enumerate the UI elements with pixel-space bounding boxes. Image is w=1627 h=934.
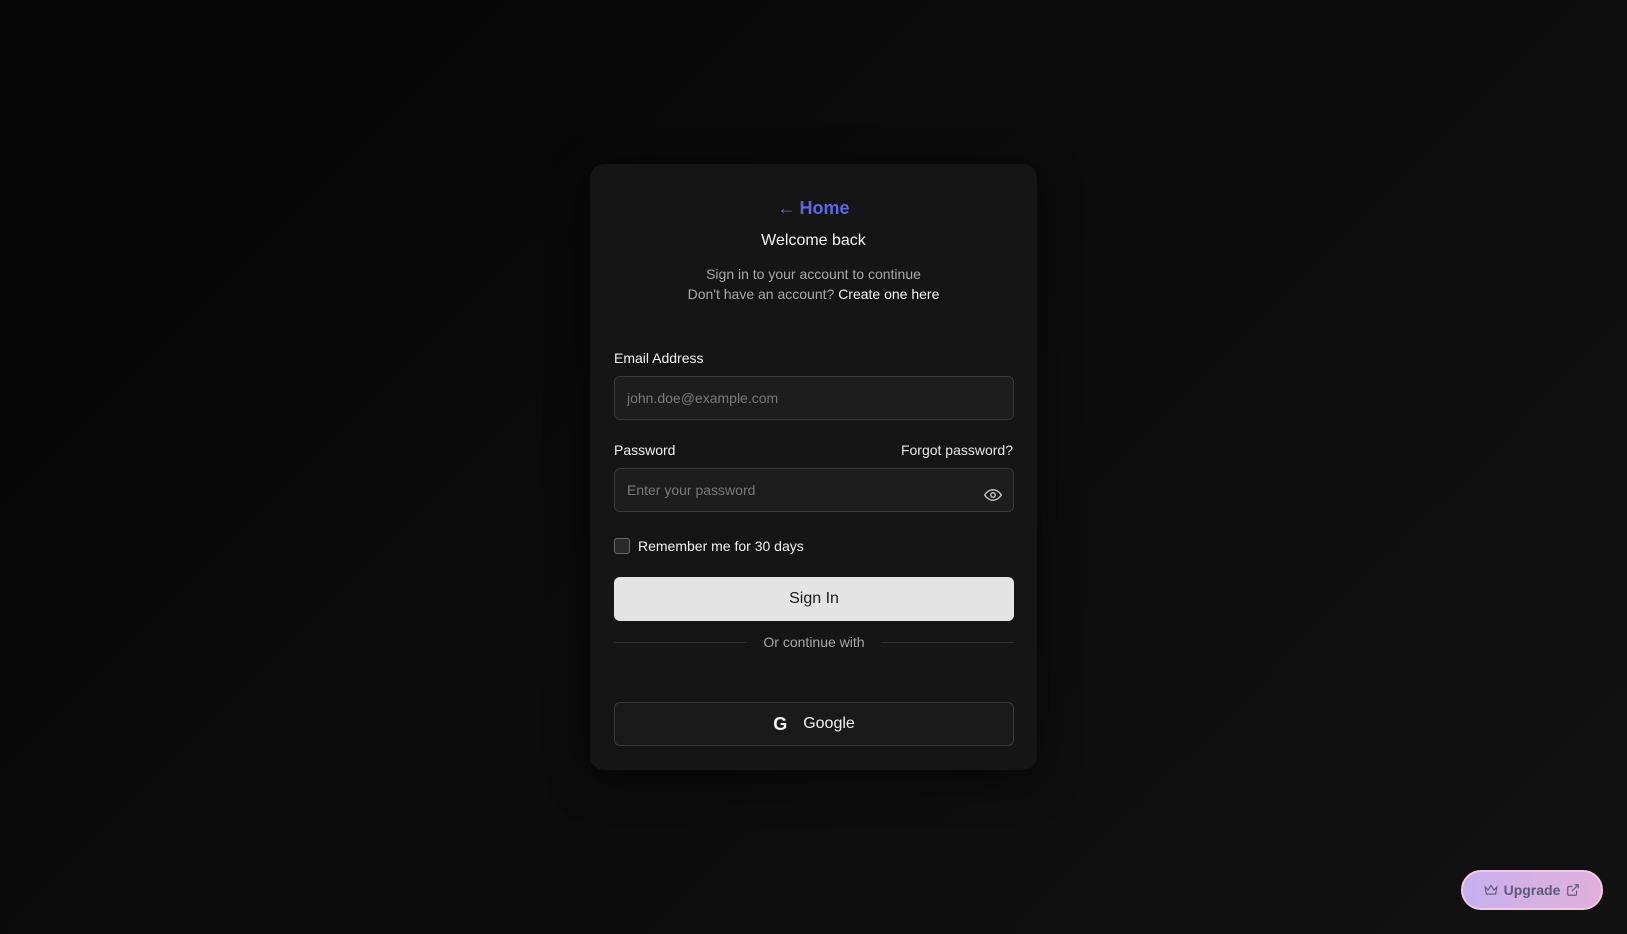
google-icon: G: [773, 713, 788, 734]
divider: Or continue with: [614, 632, 1015, 652]
divider-line-left: [614, 641, 748, 643]
email-field[interactable]: [614, 376, 1014, 420]
remember-me-checkbox[interactable]: [614, 538, 630, 554]
sign-in-button[interactable]: Sign In: [614, 577, 1014, 621]
password-label: Password: [614, 442, 676, 458]
remember-me: Remember me for 30 days: [614, 538, 804, 554]
crown-icon: [1483, 884, 1498, 895]
divider-line-right: [880, 641, 1015, 643]
home-link[interactable]: ← Home: [590, 198, 1037, 219]
email-label: Email Address: [614, 350, 704, 366]
password-field[interactable]: [614, 468, 1014, 512]
signup-prompt: Don't have an account? Create one here: [590, 286, 1037, 302]
login-card: ← Home Welcome back Sign in to your accou…: [590, 164, 1037, 770]
upgrade-button[interactable]: Upgrade: [1461, 870, 1603, 910]
google-sign-in-button[interactable]: G Google: [614, 702, 1014, 746]
page-title: Welcome back: [761, 232, 866, 249]
divider-text: Or continue with: [763, 634, 865, 650]
arrow-left-icon: ←: [777, 198, 796, 218]
forgot-password-link[interactable]: Forgot password?: [901, 442, 1013, 458]
google-button-label: Google: [803, 715, 855, 732]
create-account-link[interactable]: Create one here: [838, 286, 939, 302]
upgrade-label: Upgrade: [1503, 882, 1561, 898]
eye-icon[interactable]: [984, 486, 1002, 504]
remember-me-label: Remember me for 30 days: [638, 538, 804, 554]
home-link-label: Home: [799, 198, 850, 218]
signup-prompt-text: Don't have an account?: [687, 286, 835, 302]
page-subtitle: Sign in to your account to continue: [706, 266, 921, 282]
external-link-icon: [1567, 884, 1580, 896]
